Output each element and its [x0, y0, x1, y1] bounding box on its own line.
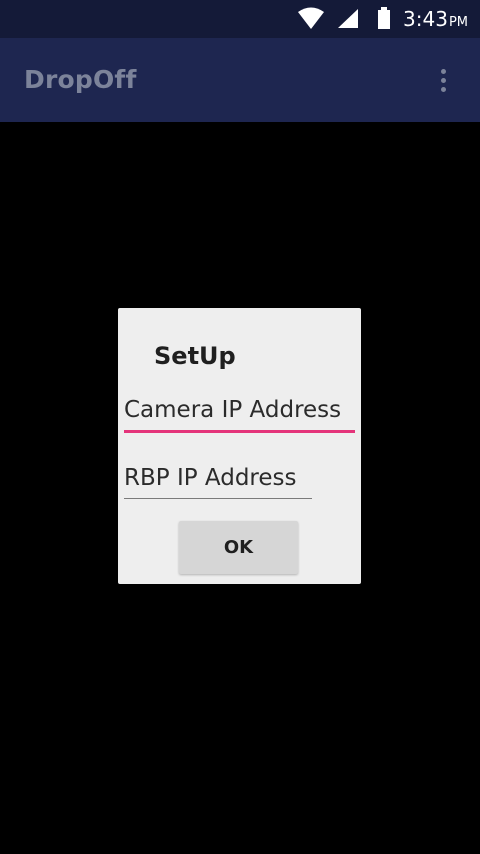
- camera-ip-placeholder: Camera IP Address: [124, 397, 342, 423]
- dialog-title: SetUp: [154, 342, 236, 370]
- status-time-value: 3:43: [403, 7, 448, 31]
- rbp-ip-field[interactable]: RBP IP Address: [124, 462, 312, 499]
- status-bar: 3:43PM: [0, 0, 480, 38]
- battery-icon: [378, 7, 390, 29]
- rbp-ip-placeholder: RBP IP Address: [124, 465, 297, 491]
- setup-dialog: SetUp Camera IP Address RBP IP Address O…: [118, 308, 361, 584]
- overflow-menu-dot: [441, 69, 446, 74]
- app-bar: DropOff: [0, 38, 480, 122]
- app-title: DropOff: [24, 65, 137, 94]
- camera-ip-field[interactable]: Camera IP Address: [124, 394, 355, 433]
- overflow-menu-dot: [441, 78, 446, 83]
- ok-button[interactable]: OK: [179, 521, 298, 574]
- rbp-ip-underline: [124, 498, 312, 499]
- cell-signal-icon: [338, 9, 358, 28]
- status-clock: 3:43PM: [403, 7, 468, 35]
- wifi-icon: [298, 7, 324, 29]
- overflow-menu-icon[interactable]: [426, 60, 462, 100]
- status-time-ampm: PM: [448, 15, 468, 30]
- overflow-menu-dot: [441, 87, 446, 92]
- camera-ip-underline: [124, 430, 355, 433]
